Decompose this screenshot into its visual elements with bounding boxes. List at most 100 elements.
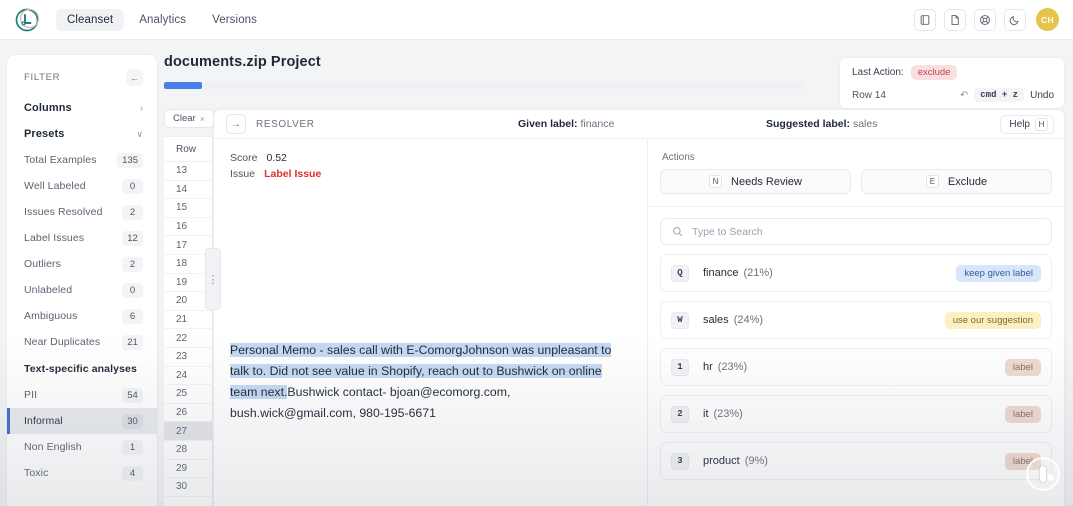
- sidebar-item-count: 12: [122, 230, 143, 246]
- sidebar-item-label: Non English: [24, 441, 82, 453]
- exclude-label: Exclude: [947, 175, 988, 188]
- sidebar-subheading-label: Text-specific analyses: [24, 362, 137, 375]
- search-input[interactable]: Type to Search: [660, 218, 1052, 245]
- avatar[interactable]: CH: [1036, 8, 1059, 31]
- row-number-column: Row 13 14 15 16 17 18 19 20 21 22 23 24 25 26 27 28 29 30: [164, 136, 213, 506]
- sidebar-item-label-issues[interactable]: Label Issues 12: [7, 225, 157, 251]
- collapse-sidebar-button[interactable]: ←: [126, 69, 143, 86]
- exclude-button[interactable]: E Exclude: [861, 169, 1052, 194]
- sidebar-item-ambiguous[interactable]: Ambiguous 6: [7, 303, 157, 329]
- nav-link-versions[interactable]: Versions: [201, 9, 268, 31]
- label-option-hr[interactable]: 1 hr (23%) label: [660, 348, 1052, 386]
- label-option-product[interactable]: 3 product (9%) label: [660, 442, 1052, 480]
- search-icon: [673, 227, 683, 237]
- sidebar-group-columns-label: Columns: [24, 102, 72, 114]
- suggested-label-key: Suggested label:: [766, 118, 851, 130]
- table-row[interactable]: 24: [164, 367, 212, 386]
- sidebar-item-outliers[interactable]: Outliers 2: [7, 251, 157, 277]
- table-row[interactable]: 30: [164, 478, 212, 497]
- sidebar-item-non-english[interactable]: Non English 1: [7, 434, 157, 460]
- sidebar-group-columns[interactable]: Columns ›: [7, 95, 157, 121]
- table-row[interactable]: 16: [164, 218, 212, 237]
- label-option-sales[interactable]: Wsales (24%) use our suggestion: [660, 301, 1052, 339]
- clear-filters-button[interactable]: Clear ×: [164, 109, 214, 128]
- sidebar-item-label: Informal: [24, 415, 63, 427]
- nav-links: Cleanset Analytics Versions: [56, 8, 268, 31]
- label-option-percent: (24%): [733, 314, 764, 326]
- help-button-label: Help: [1009, 118, 1030, 130]
- label-option-it[interactable]: 2 it (23%) label: [660, 395, 1052, 433]
- table-row[interactable]: 13: [164, 162, 212, 181]
- table-row[interactable]: 25: [164, 385, 212, 404]
- score-value: 0.52: [266, 152, 287, 164]
- sidebar-item-label: Unlabeled: [24, 284, 73, 296]
- help-button[interactable]: Help H: [1000, 114, 1054, 134]
- needs-review-button[interactable]: N Needs Review: [660, 169, 851, 194]
- sidebar-item-count: 2: [122, 204, 143, 220]
- label-option-percent: (21%): [743, 267, 773, 279]
- table-row[interactable]: 15: [164, 199, 212, 218]
- label-option-percent: (23%): [713, 408, 743, 420]
- column-resize-handle[interactable]: ⋮: [205, 248, 221, 310]
- close-icon: ×: [199, 113, 205, 124]
- actions-pane: Actions N Needs Review E Exclude Type to…: [648, 140, 1064, 506]
- table-row[interactable]: 26: [164, 404, 212, 423]
- memo-text[interactable]: Personal Memo - sales call with E-Comorg…: [230, 340, 631, 424]
- undo-control[interactable]: ↶ cmd + z Undo: [960, 88, 1054, 102]
- next-arrow-icon[interactable]: →: [226, 114, 246, 134]
- lifebuoy-icon[interactable]: [974, 8, 996, 31]
- score-label: Score: [230, 152, 258, 164]
- exclude-shortcut-key: E: [925, 175, 939, 188]
- moon-icon[interactable]: [1004, 8, 1026, 31]
- sidebar-item-informal[interactable]: Informal 30: [7, 408, 157, 434]
- table-row[interactable]: 23: [164, 348, 212, 367]
- sidebar-item-label: Outliers: [24, 258, 61, 270]
- table-row[interactable]: 21: [164, 311, 212, 330]
- sidebar-item-label: Label Issues: [24, 232, 85, 244]
- sidebar-item-issues-resolved[interactable]: Issues Resolved 2: [7, 199, 157, 225]
- sidebar-item-label: PII: [24, 389, 38, 401]
- nav-link-cleanset[interactable]: Cleanset: [56, 8, 125, 31]
- undo-button[interactable]: Undo: [1030, 90, 1054, 101]
- nav-link-analytics[interactable]: Analytics: [128, 9, 197, 31]
- sidebar-item-total-examples[interactable]: Total Examples 135: [7, 147, 157, 173]
- actions-title: Actions: [662, 152, 695, 163]
- label-shortcut-key: 2: [671, 405, 689, 423]
- table-row[interactable]: 14: [164, 181, 212, 200]
- sidebar-item-count: 135: [117, 152, 143, 168]
- sidebar-item-label: Total Examples: [24, 154, 97, 166]
- table-row[interactable]: 27: [164, 422, 212, 441]
- sidebar-item-label: Near Duplicates: [24, 336, 101, 348]
- progress-bar-fill: [164, 82, 203, 89]
- table-row[interactable]: 29: [164, 460, 212, 479]
- sidebar-item-pii[interactable]: PII 54: [7, 382, 157, 408]
- progress-bar: [164, 82, 804, 89]
- divider: [648, 206, 1064, 207]
- given-label-value: finance: [580, 118, 615, 130]
- nav-right-actions: CH: [914, 8, 1059, 31]
- sidebar-item-well-labeled[interactable]: Well Labeled 0: [7, 173, 157, 199]
- score-line: Score 0.52: [230, 152, 631, 164]
- last-action-row-number: Row 14: [852, 89, 886, 101]
- sidebar-item-unlabeled[interactable]: Unlabeled 0: [7, 277, 157, 303]
- sidebar-item-near-duplicates[interactable]: Near Duplicates 21: [7, 329, 157, 355]
- table-row[interactable]: 28: [164, 441, 212, 460]
- label-shortcut-key: 3: [671, 452, 689, 470]
- label-option-finance[interactable]: Qfinance (21%) keep given label: [660, 254, 1052, 292]
- issue-label: Issue: [230, 168, 256, 180]
- table-row[interactable]: 22: [164, 329, 212, 348]
- label-option-badge: use our suggestion: [944, 311, 1041, 329]
- label-option-name: hr: [703, 361, 713, 373]
- sidebar-item-label: Well Labeled: [24, 180, 86, 192]
- help-shortcut-key: H: [1035, 117, 1048, 131]
- clear-filters-label: Clear: [173, 113, 196, 124]
- last-action-label: Last Action:: [852, 67, 904, 78]
- last-action-badge: exclude: [910, 65, 958, 80]
- book-icon[interactable]: [914, 8, 936, 31]
- app-logo-icon[interactable]: [14, 7, 40, 33]
- search-placeholder: Type to Search: [692, 225, 763, 238]
- sidebar-item-toxic[interactable]: Toxic 4: [7, 460, 157, 486]
- document-icon[interactable]: [944, 8, 966, 31]
- sidebar-group-presets[interactable]: Presets ∨: [7, 121, 157, 147]
- sidebar-item-count: 54: [122, 387, 143, 403]
